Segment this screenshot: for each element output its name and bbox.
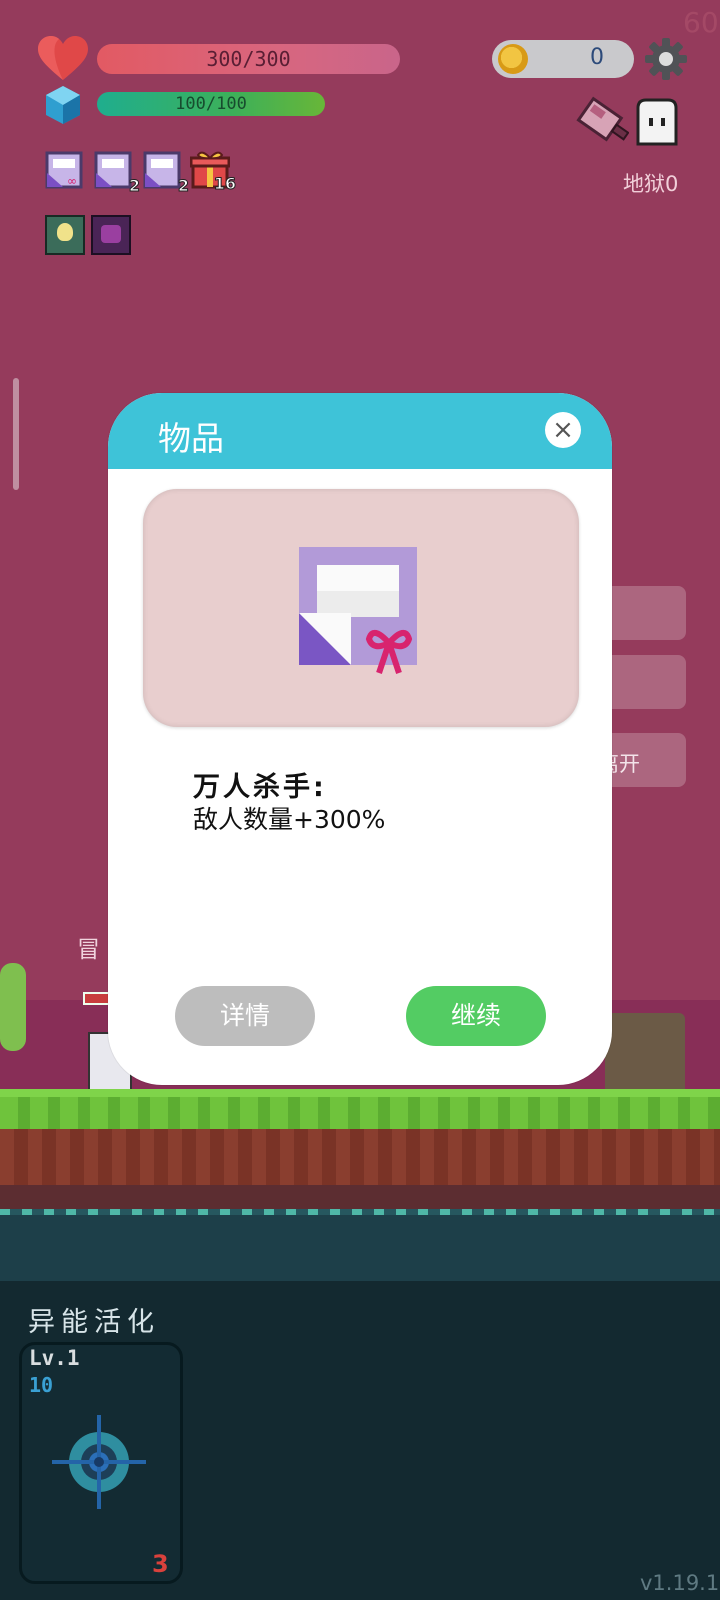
- continue-button[interactable]: 继续: [406, 986, 546, 1046]
- scroll-item-icon[interactable]: 2: [143, 151, 190, 196]
- grass: [0, 1097, 720, 1129]
- dirt: [0, 1129, 720, 1185]
- crosshair-icon: [52, 1415, 146, 1509]
- tree: [0, 963, 26, 1051]
- item-preview: [143, 489, 579, 727]
- skill-cost: 10: [29, 1373, 54, 1397]
- modal-title: 物品: [158, 419, 224, 458]
- close-icon[interactable]: ×: [545, 412, 581, 448]
- item-count: 2: [177, 176, 189, 196]
- ghost-icon[interactable]: [632, 98, 682, 150]
- demon-buff-icon[interactable]: [91, 215, 131, 255]
- hell-level-label: 地狱0: [623, 172, 679, 196]
- dirt-lower: [0, 1185, 720, 1209]
- fps-counter: 60: [683, 6, 719, 39]
- bulb-buff-icon[interactable]: [45, 215, 85, 255]
- item-name: 万人杀手:: [193, 772, 327, 803]
- item-count: 16: [213, 174, 236, 194]
- adventurer-label: 冒: [77, 937, 100, 963]
- cleaver-icon[interactable]: [575, 96, 629, 150]
- skill-level: Lv.1: [29, 1346, 80, 1370]
- details-button[interactable]: 详情: [175, 986, 315, 1046]
- item-modal: 物品 × 万人杀手: 敌人数量+300% 详情 继续: [108, 393, 612, 1085]
- scroll-item-icon[interactable]: 2: [94, 151, 141, 196]
- gift-item-icon[interactable]: 16: [189, 149, 237, 194]
- hp-bar: 300/300: [97, 44, 400, 74]
- svg-text:∞: ∞: [67, 174, 77, 188]
- rock-pile: [605, 1013, 685, 1097]
- item-count: 2: [128, 176, 140, 196]
- skill-count: 3: [152, 1550, 169, 1578]
- version-label: v1.19.1: [640, 1571, 720, 1595]
- coin-value: 0: [590, 45, 604, 70]
- item-description: 敌人数量+300%: [193, 805, 386, 834]
- water-surface: [0, 1209, 720, 1215]
- water: [0, 1209, 720, 1281]
- heart-icon: [38, 36, 88, 80]
- scroll-item-icon: [299, 547, 417, 674]
- mp-bar: 100/100: [97, 92, 325, 116]
- coin-icon: [498, 44, 528, 74]
- scrollbar[interactable]: [13, 378, 19, 490]
- gem-icon: [46, 86, 80, 124]
- gear-icon[interactable]: [645, 38, 687, 80]
- scroll-item-icon[interactable]: ∞: [45, 151, 85, 191]
- skill-panel-title: 异能活化: [28, 1307, 160, 1338]
